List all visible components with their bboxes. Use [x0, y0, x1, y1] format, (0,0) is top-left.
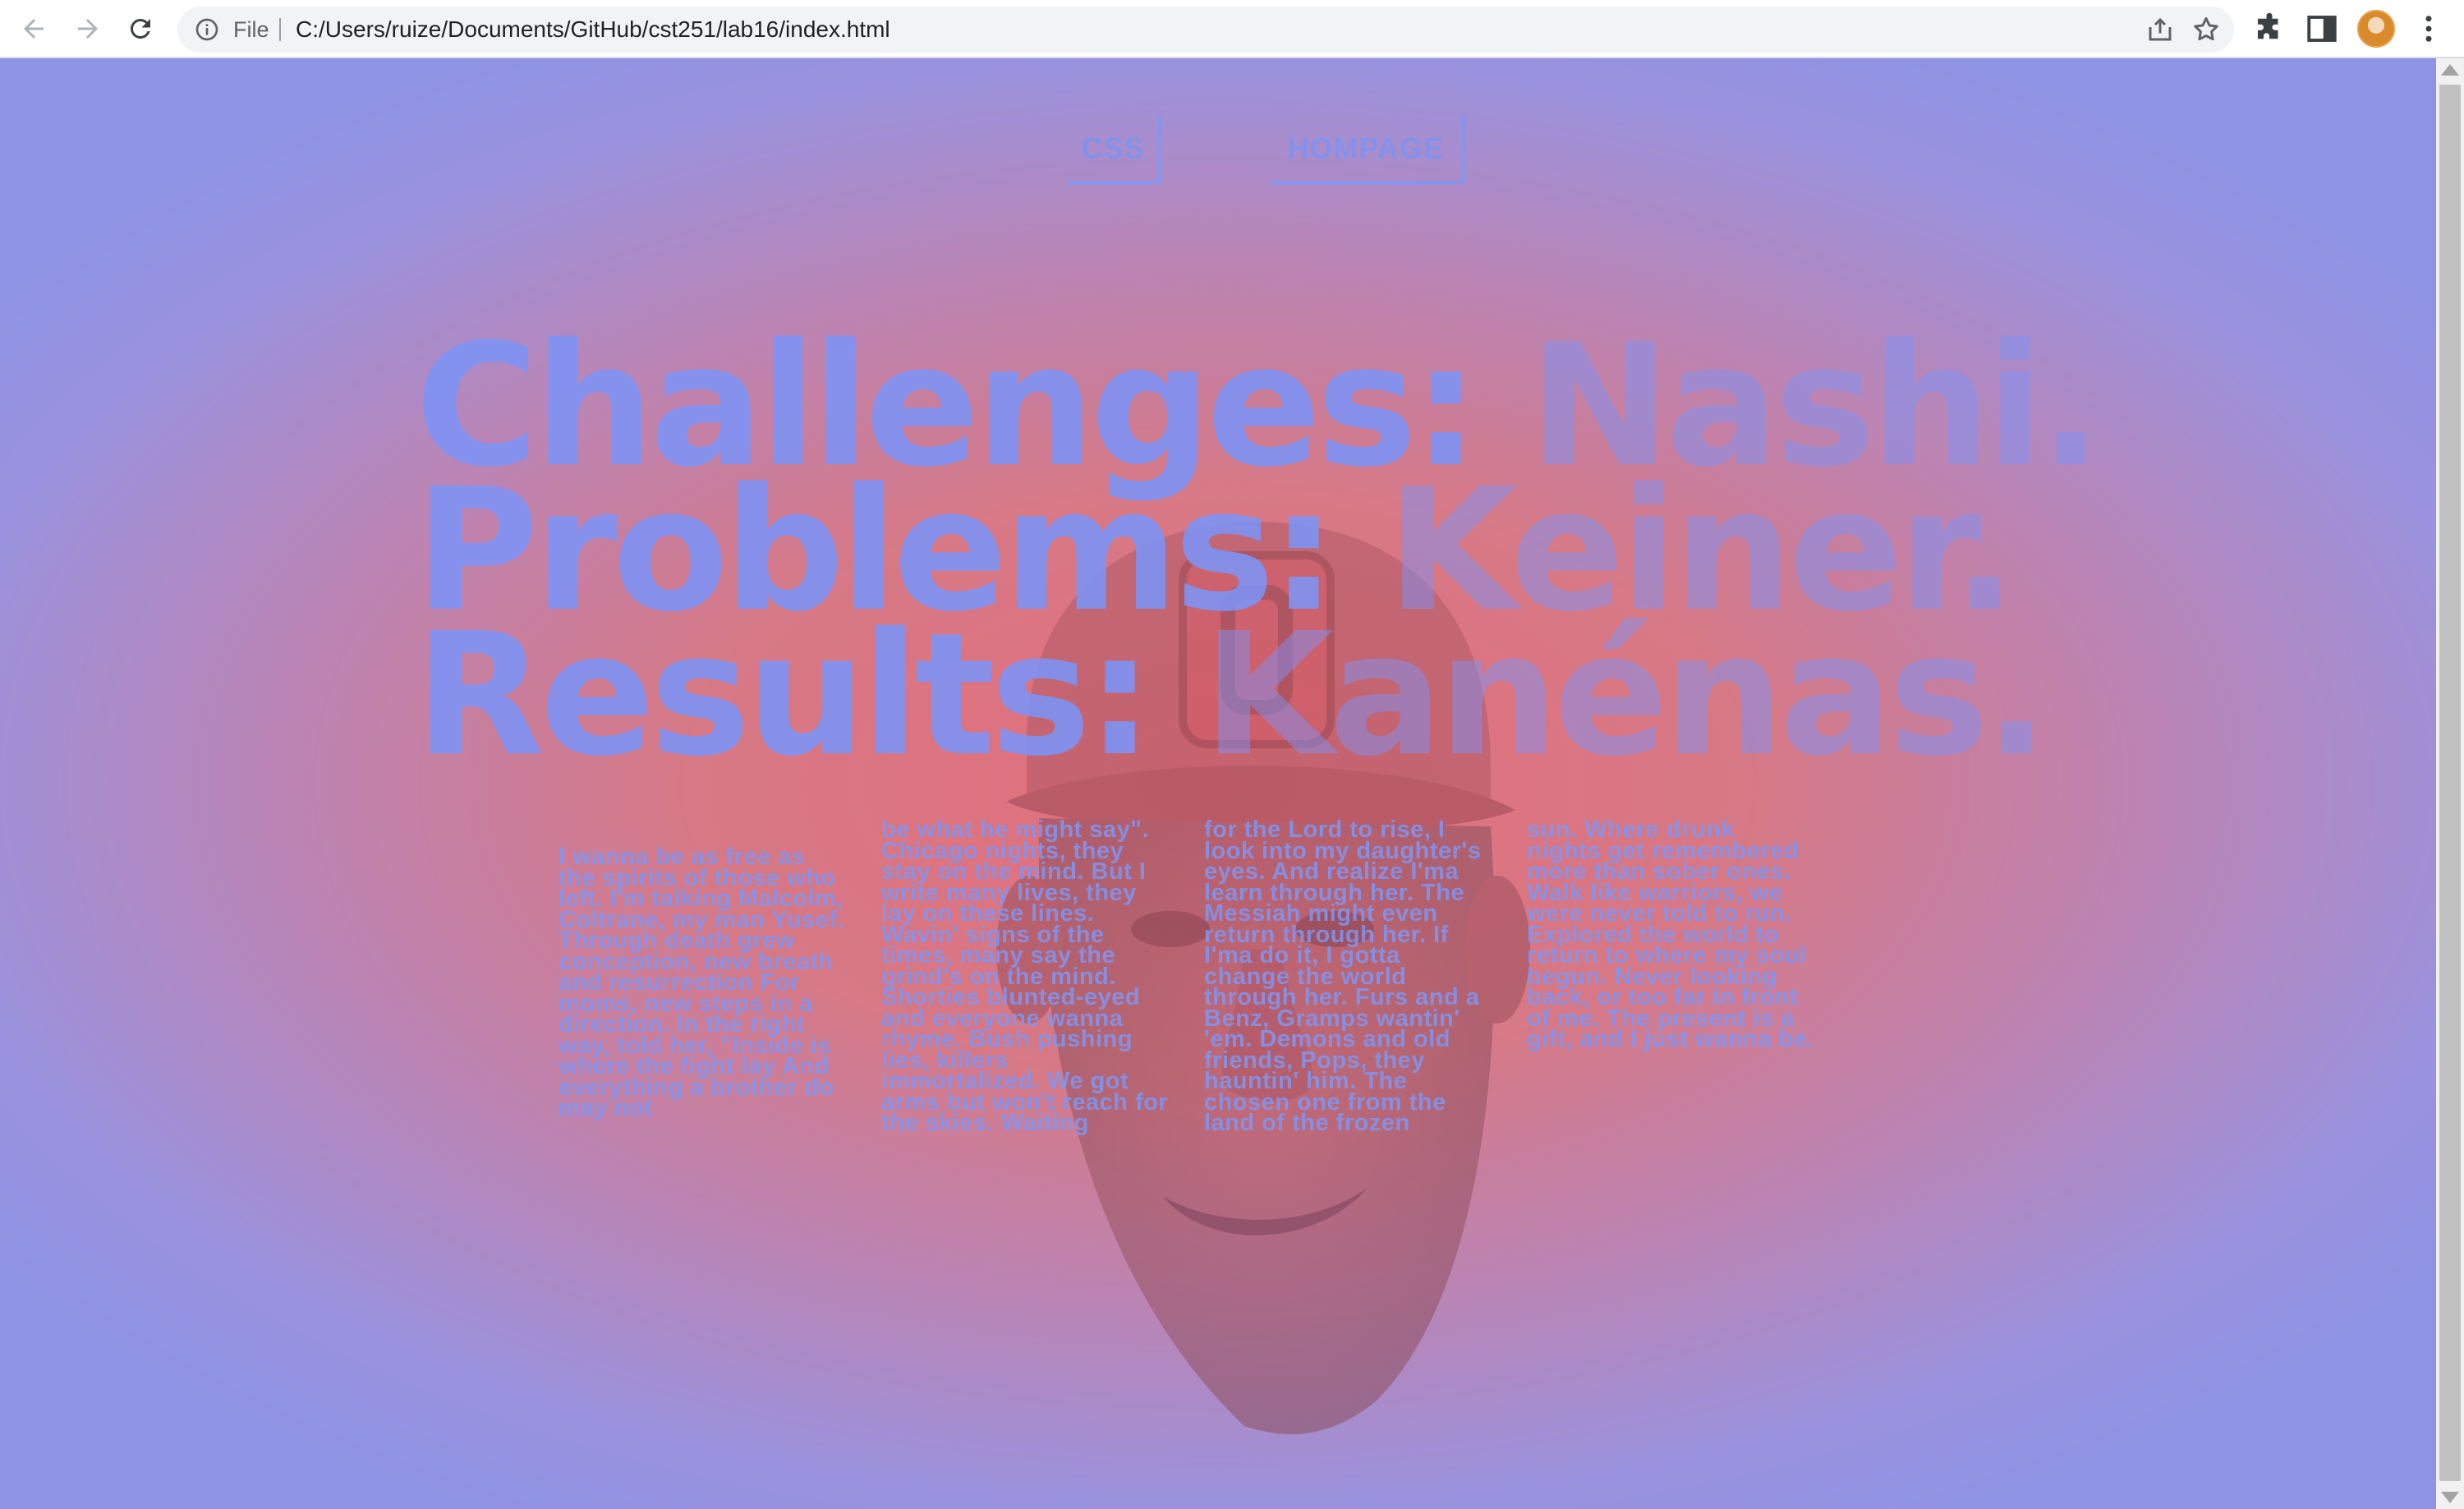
headline-value-kanenas: Kanénas. [1202, 596, 2048, 794]
headline-line-3: Results: Kanénas. [415, 610, 2057, 780]
menu-dots-icon[interactable] [2411, 12, 2446, 46]
page-viewport: CSS HOMPAGE Challenges: Nashi. Problems:… [0, 58, 2436, 1509]
address-scheme: File [233, 17, 269, 42]
share-icon[interactable] [2145, 15, 2175, 44]
nav-link-homepage[interactable]: HOMPAGE [1269, 116, 1466, 185]
lyrics-column-4: sun. Where drunk nights get remembered m… [1527, 817, 1814, 1052]
lyrics-column-1: I wanna be as free as the spirits of tho… [559, 844, 844, 1121]
address-bar[interactable]: File C:/Users/ruize/Documents/GitHub/cst… [177, 7, 2234, 53]
lyrics-column-3: for the Lord to rise, I look into my dau… [1204, 817, 1482, 1136]
nav-link-css[interactable]: CSS [1068, 116, 1162, 185]
scroll-down-arrow-icon[interactable] [2441, 1492, 2459, 1503]
scrollbar-thumb[interactable] [2439, 85, 2461, 1481]
info-icon[interactable] [194, 16, 220, 43]
back-icon[interactable] [13, 8, 54, 49]
extensions-puzzle-icon[interactable] [2252, 12, 2287, 46]
headline-label-results: Results: [415, 596, 1203, 794]
bookmark-star-icon[interactable] [2191, 15, 2221, 44]
profile-avatar[interactable] [2357, 10, 2395, 48]
address-separator [279, 18, 281, 41]
reload-icon[interactable] [120, 8, 161, 49]
forward-icon[interactable] [67, 8, 108, 49]
side-panel-icon[interactable] [2305, 12, 2339, 46]
scroll-up-arrow-icon[interactable] [2441, 64, 2459, 76]
browser-toolbar: File C:/Users/ruize/Documents/GitHub/cst… [0, 0, 2464, 58]
page-headline: Challenges: Nashi. Problems: Keiner. Res… [415, 321, 2103, 780]
lyrics-column-2: be what he might say". Chicago nights, t… [881, 817, 1169, 1136]
address-url[interactable]: C:/Users/ruize/Documents/GitHub/cst251/l… [296, 7, 890, 53]
